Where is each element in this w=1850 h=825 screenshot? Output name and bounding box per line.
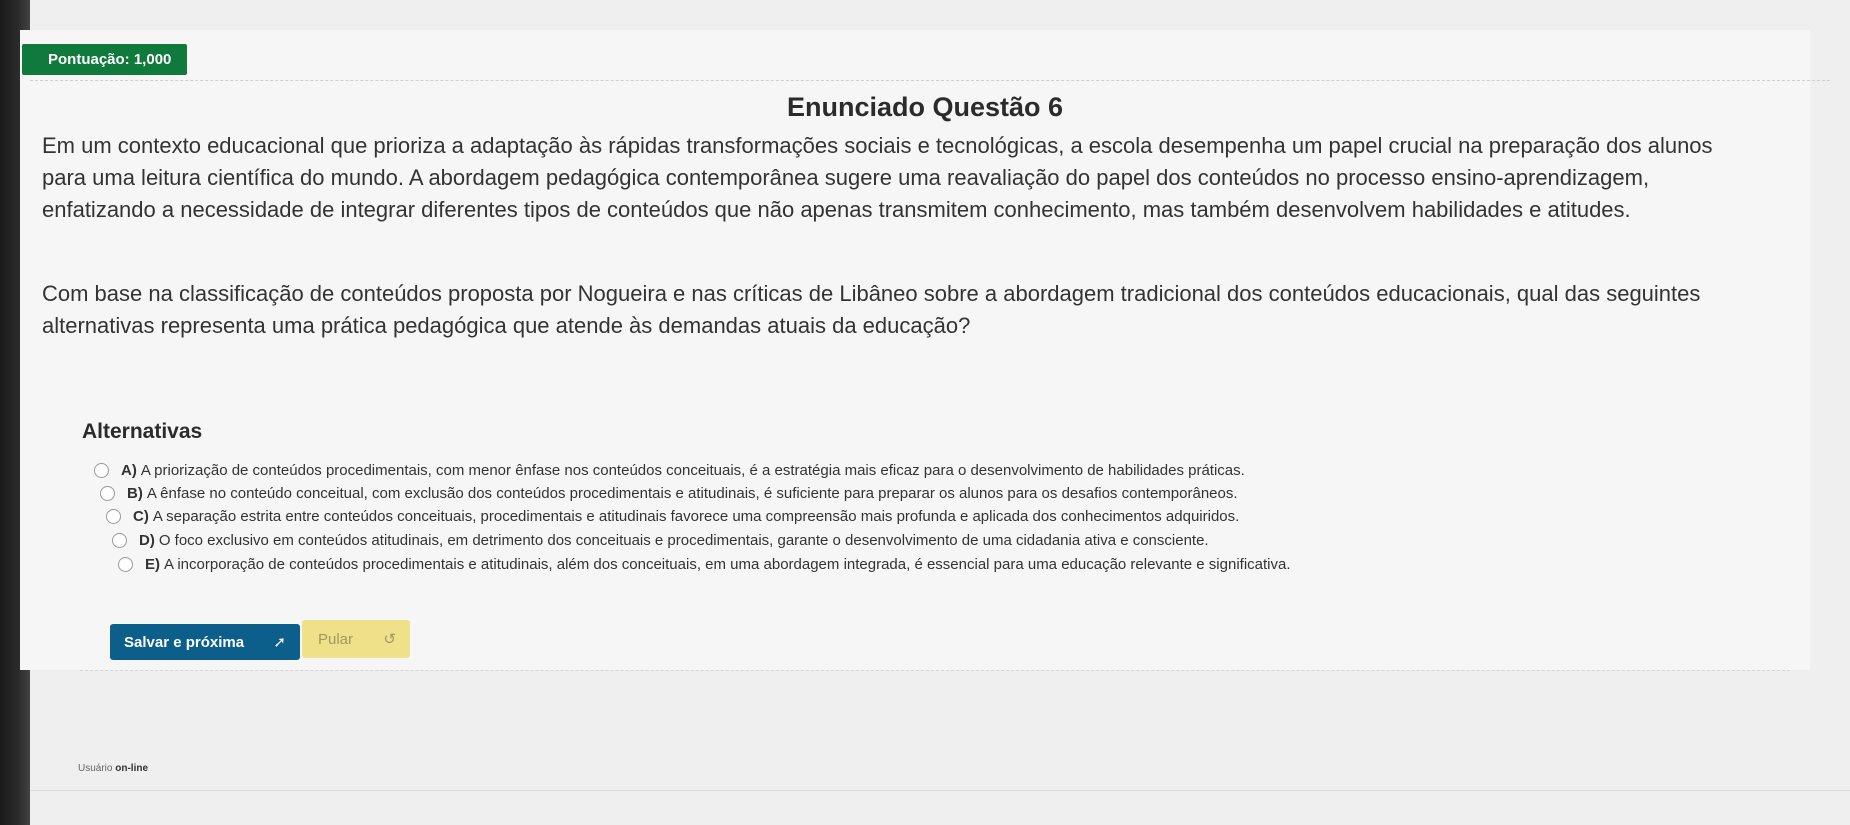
refresh-icon: ↺ bbox=[383, 631, 396, 648]
option-e[interactable]: E) A incorporação de conteúdos procedime… bbox=[118, 553, 1291, 575]
option-text: A separação estrita entre conteúdos conc… bbox=[152, 507, 1240, 525]
option-letter: E) bbox=[145, 555, 160, 573]
radio-button[interactable] bbox=[118, 556, 133, 572]
statement-line: enfatizando a necessidade de integrar di… bbox=[42, 197, 1631, 222]
divider bbox=[80, 670, 1790, 671]
prompt-line: alternativas representa uma prática peda… bbox=[42, 313, 971, 338]
option-text: A priorização de conteúdos procedimentai… bbox=[140, 461, 1245, 479]
question-title: Enunciado Questão 6 bbox=[786, 92, 1064, 122]
option-text: A incorporação de conteúdos procedimenta… bbox=[164, 555, 1291, 573]
save-next-button[interactable]: Salvar e próxima ➚ bbox=[110, 624, 300, 660]
statement-line: para uma leitura científica do mundo. A … bbox=[42, 165, 1650, 190]
alternatives-heading: Alternativas bbox=[82, 420, 203, 443]
arrow-icon: ➚ bbox=[273, 634, 286, 651]
option-letter: D) bbox=[139, 531, 155, 549]
divider bbox=[30, 790, 1850, 791]
divider bbox=[30, 80, 1830, 81]
option-letter: B) bbox=[127, 484, 143, 502]
statement-line: Em um contexto educacional que prioriza … bbox=[42, 133, 1713, 158]
option-letter: A) bbox=[121, 461, 137, 479]
option-a[interactable]: A) A priorização de conteúdos procedimen… bbox=[94, 459, 1245, 481]
status-state: on-line bbox=[115, 763, 149, 774]
radio-button[interactable] bbox=[106, 508, 121, 524]
radio-button[interactable] bbox=[100, 485, 115, 501]
option-d[interactable]: D) O foco exclusivo em conteúdos atitudi… bbox=[112, 529, 1209, 551]
option-letter: C) bbox=[133, 507, 149, 525]
option-c[interactable]: C) A separação estrita entre conteúdos c… bbox=[106, 505, 1239, 527]
user-status: Usuário on-line bbox=[78, 763, 148, 774]
save-next-label: Salvar e próxima bbox=[124, 633, 245, 651]
prompt-line: Com base na classificação de conteúdos p… bbox=[42, 281, 1701, 306]
radio-button[interactable] bbox=[94, 462, 109, 478]
option-b[interactable]: B) A ênfase no conteúdo conceitual, com … bbox=[100, 482, 1238, 504]
option-text: A ênfase no conteúdo conceitual, com exc… bbox=[146, 484, 1238, 502]
skip-label: Pular bbox=[318, 630, 354, 648]
option-text: O foco exclusivo em conteúdos atitudinai… bbox=[158, 531, 1209, 549]
radio-button[interactable] bbox=[112, 532, 127, 548]
skip-button[interactable]: Pular ↺ bbox=[302, 620, 410, 658]
score-badge: Pontuação: 1,000 bbox=[22, 44, 188, 75]
status-prefix: Usuário bbox=[78, 763, 113, 774]
